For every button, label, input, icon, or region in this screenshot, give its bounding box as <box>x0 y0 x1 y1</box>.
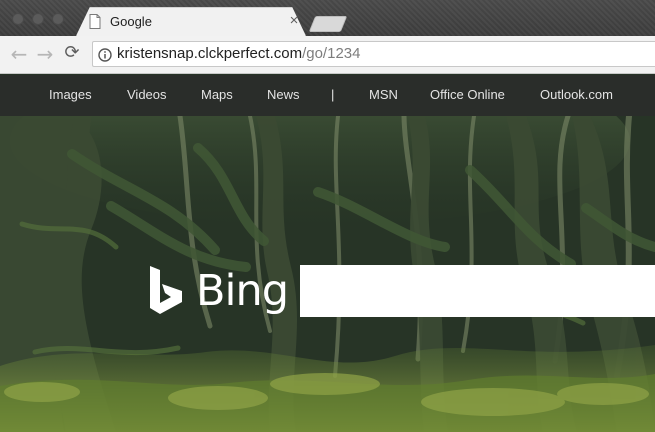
close-icon[interactable]: × <box>287 13 301 29</box>
close-window-button[interactable] <box>12 13 24 25</box>
new-tab-button[interactable] <box>308 16 348 32</box>
bing-logo-text: Bing <box>196 266 289 316</box>
tab-strip: Google × <box>0 0 655 36</box>
minimize-window-button[interactable] <box>32 13 44 25</box>
address-bar[interactable]: kristensnap.clckperfect.com/go/1234 <box>92 41 655 67</box>
browser-window: Google × ← → ⟳ kristensnap.clckperfect.c… <box>0 0 655 432</box>
info-icon[interactable] <box>98 48 112 62</box>
browser-toolbar: ← → ⟳ kristensnap.clckperfect.com/go/123… <box>0 36 655 74</box>
nav-outlook-link[interactable]: Outlook.com <box>540 87 613 103</box>
bing-top-navigation: Images Videos Maps News | MSN Office Onl… <box>0 75 655 116</box>
back-arrow-icon[interactable]: ← <box>10 44 28 64</box>
bing-logo[interactable]: Bing <box>148 265 289 315</box>
bing-logo-icon <box>150 266 182 314</box>
url-text[interactable]: kristensnap.clckperfect.com/go/1234 <box>117 44 360 64</box>
nav-maps-link[interactable]: Maps <box>201 87 233 103</box>
nav-msn-link[interactable]: MSN <box>369 87 398 103</box>
url-domain: kristensnap.clckperfect.com <box>117 45 303 62</box>
bing-search-input[interactable] <box>300 265 655 317</box>
nav-videos-link[interactable]: Videos <box>127 87 167 103</box>
forward-arrow-icon[interactable]: → <box>36 44 54 64</box>
nav-images-link[interactable]: Images <box>49 87 92 103</box>
zoom-window-button[interactable] <box>52 13 64 25</box>
tab-title: Google <box>110 14 152 29</box>
nav-separator: | <box>331 87 335 102</box>
nav-office-online-link[interactable]: Office Online <box>430 87 505 103</box>
url-path: /go/1234 <box>302 45 361 62</box>
nav-news-link[interactable]: News <box>267 87 300 103</box>
page-icon <box>89 14 101 29</box>
reload-icon[interactable]: ⟳ <box>63 44 81 62</box>
